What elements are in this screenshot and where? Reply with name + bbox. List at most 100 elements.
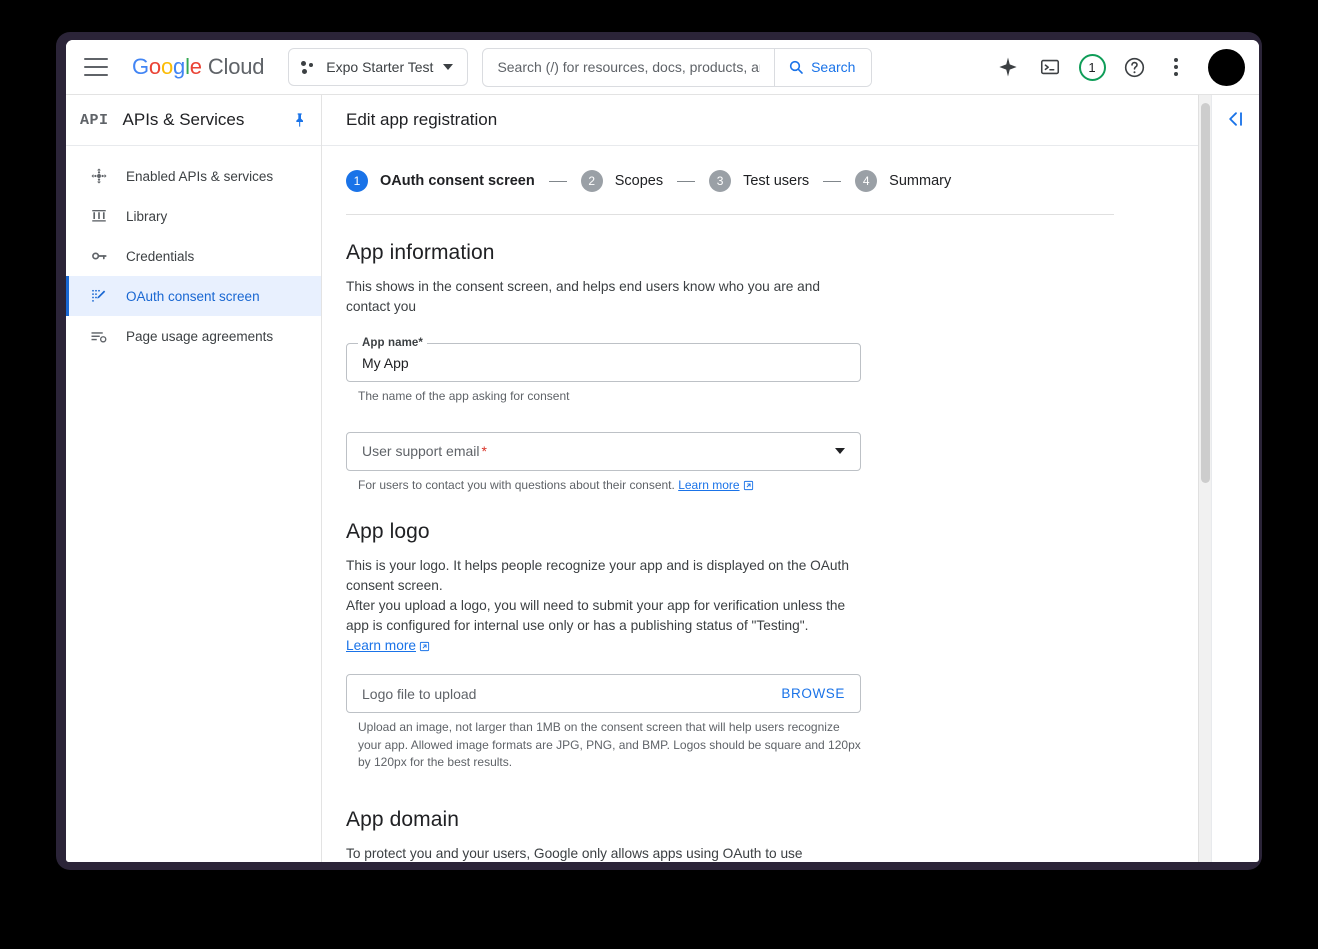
search-button[interactable]: Search: [774, 48, 872, 86]
cloud-wordmark: Cloud: [207, 54, 265, 79]
sidebar-item-library[interactable]: Library: [66, 196, 309, 236]
step-label: OAuth consent screen: [380, 173, 535, 189]
browser-viewport: Google Cloud Expo Starter Test Search (/…: [66, 40, 1259, 862]
step-number: 3: [709, 170, 732, 192]
chevron-down-icon: [835, 448, 845, 454]
sidebar-item-page-usage-agreements[interactable]: Page usage agreements: [66, 316, 309, 356]
step-separator: [548, 180, 567, 182]
project-selector-label: Expo Starter Test: [326, 59, 434, 75]
api-logo: API: [80, 111, 109, 129]
google-cloud-logo[interactable]: Google Cloud: [132, 54, 264, 80]
top-app-bar: Google Cloud Expo Starter Test Search (/…: [66, 40, 1259, 95]
sidebar-nav: Enabled APIs & services Library Credenti…: [66, 146, 321, 356]
sidebar-title: APIs & Services: [122, 110, 245, 129]
pin-icon[interactable]: [291, 112, 307, 128]
search-input[interactable]: [483, 48, 775, 86]
scrollbar-thumb[interactable]: [1201, 103, 1210, 483]
page-header: Edit app registration: [322, 95, 1211, 146]
browse-button[interactable]: BROWSE: [781, 686, 845, 701]
logo-file-upload-field[interactable]: Logo file to upload BROWSE: [346, 674, 861, 713]
vertical-scrollbar[interactable]: [1198, 95, 1211, 862]
app-domain-description: To protect you and your users, Google on…: [346, 845, 803, 861]
external-link-icon: [743, 480, 754, 491]
support-email-helper-text: For users to contact you with questions …: [358, 477, 675, 492]
help-icon[interactable]: [1116, 49, 1152, 85]
consent-screen-icon: [89, 287, 109, 305]
collapse-right-panel-icon[interactable]: [1226, 109, 1246, 862]
search-bar: Search: [482, 47, 873, 87]
sidebar-header: API APIs & Services: [66, 95, 321, 146]
logo-upload-helper: Upload an image, not larger than 1MB on …: [358, 720, 861, 769]
logo-upload-placeholder: Logo file to upload: [362, 685, 477, 702]
app-logo-description-line1: This is your logo. It helps people recog…: [346, 558, 849, 593]
sidebar: API APIs & Services Enabled APIs & servi…: [66, 95, 322, 862]
more-options-kebab-icon[interactable]: [1158, 49, 1194, 85]
step-number: 2: [580, 170, 603, 192]
hamburger-menu-icon[interactable]: [84, 58, 108, 76]
logo-upload-field-block: Logo file to upload BROWSE Upload an ima…: [346, 674, 861, 772]
search-button-label: Search: [811, 59, 856, 75]
gemini-sparkle-icon[interactable]: [990, 49, 1026, 85]
step-summary[interactable]: 4 Summary: [855, 170, 951, 192]
step-label: Test users: [743, 173, 810, 189]
step-oauth-consent-screen[interactable]: 1 OAuth consent screen: [346, 170, 535, 192]
sidebar-item-label: Credentials: [126, 248, 195, 264]
app-information-title: App information: [346, 241, 495, 264]
learn-more-link[interactable]: Learn more: [346, 636, 430, 656]
project-selector-button[interactable]: Expo Starter Test: [288, 48, 469, 86]
learn-more-link[interactable]: Learn more: [678, 477, 753, 495]
sidebar-item-label: Page usage agreements: [126, 328, 274, 344]
sidebar-item-credentials[interactable]: Credentials: [66, 236, 309, 276]
content-column: Edit app registration 1 OAuth consent sc…: [322, 95, 1259, 862]
sidebar-item-enabled-apis[interactable]: Enabled APIs & services: [66, 156, 309, 196]
app-name-field[interactable]: App name* My App: [346, 337, 861, 382]
scrollable-form-area: 1 OAuth consent screen 2 Scopes 3 Test u…: [322, 146, 1211, 862]
user-support-email-select[interactable]: User support email *: [346, 431, 861, 471]
form-body: App information This shows in the consen…: [346, 215, 861, 862]
app-logo-description: This is your logo. It helps people recog…: [346, 556, 861, 656]
enabled-apis-icon: [89, 167, 109, 185]
page-title: Edit app registration: [346, 110, 498, 129]
sidebar-item-label: Library: [126, 208, 168, 224]
app-logo-description-line2: After you upload a logo, you will need t…: [346, 598, 846, 633]
user-support-email-label: User support email *: [362, 443, 487, 459]
library-icon: [89, 207, 109, 225]
app-information-description: This shows in the consent screen, and he…: [346, 279, 821, 314]
app-domain-title: App domain: [346, 807, 460, 831]
page-usage-icon: [89, 327, 109, 345]
support-email-helper: For users to contact you with questions …: [358, 477, 861, 495]
notifications-badge[interactable]: 1: [1074, 49, 1110, 85]
sidebar-item-oauth-consent-screen[interactable]: OAuth consent screen: [66, 276, 321, 316]
external-link-icon: [419, 641, 430, 652]
top-bar-icons: 1: [990, 48, 1245, 86]
sidebar-item-label: Enabled APIs & services: [126, 168, 274, 184]
step-scopes[interactable]: 2 Scopes: [580, 170, 664, 192]
search-icon: [789, 60, 803, 74]
app-name-value: My App: [362, 354, 409, 371]
wizard-stepper: 1 OAuth consent screen 2 Scopes 3 Test u…: [346, 146, 1114, 215]
browser-window-frame: Google Cloud Expo Starter Test Search (/…: [56, 32, 1262, 870]
notification-count: 1: [1078, 53, 1106, 81]
step-label: Scopes: [614, 173, 664, 189]
app-logo-title: App logo: [346, 520, 430, 543]
app-name-field-block: App name* My App The name of the app ask…: [346, 337, 861, 406]
step-test-users[interactable]: 3 Test users: [709, 170, 809, 192]
project-dots-icon: [301, 60, 316, 75]
app-name-helper: The name of the app asking for consent: [358, 389, 570, 403]
support-email-field-block: User support email * For users to contact…: [346, 431, 861, 495]
google-wordmark: Google: [132, 54, 202, 79]
step-number: 4: [855, 170, 878, 192]
cloud-shell-terminal-icon[interactable]: [1032, 49, 1068, 85]
key-icon: [89, 247, 109, 265]
app-body: API APIs & Services Enabled APIs & servi…: [66, 95, 1259, 862]
step-separator: [677, 180, 696, 182]
step-separator: [823, 180, 842, 182]
main-content: Edit app registration 1 OAuth consent sc…: [322, 95, 1211, 862]
step-number: 1: [346, 170, 368, 192]
right-rail: [1211, 95, 1259, 862]
app-name-label: App name*: [358, 337, 427, 349]
user-avatar[interactable]: [1208, 48, 1245, 86]
sidebar-item-label: OAuth consent screen: [126, 288, 260, 304]
step-label: Summary: [889, 173, 952, 189]
chevron-down-icon: [443, 64, 454, 70]
